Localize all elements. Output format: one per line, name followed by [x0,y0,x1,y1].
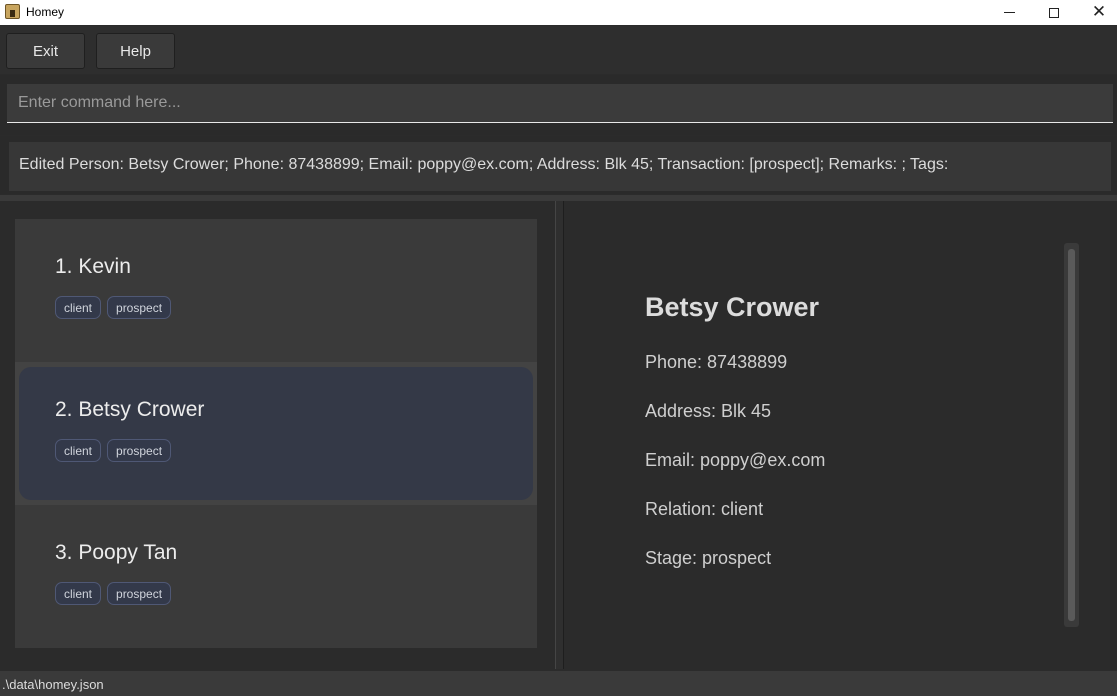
detail-address: Address: Blk 45 [645,401,772,421]
close-button[interactable]: ✕ [1076,0,1117,25]
maximize-button[interactable] [1031,0,1077,25]
person-detail-panel: Betsy Crower Phone: 87438899 Address: Bl… [564,201,1117,669]
command-input[interactable] [7,84,1113,122]
result-text: Edited Person: Betsy Crower; Phone: 8743… [19,156,949,173]
person-list[interactable]: 1. Kevin client prospect 2. Betsy Crower… [15,219,537,648]
person-name: 1. Kevin [55,255,131,278]
tag-list: client prospect [55,439,172,462]
person-card[interactable]: 3. Poopy Tan client prospect [15,505,537,648]
tag-list: client prospect [55,582,172,605]
command-box [7,84,1113,123]
result-area: Edited Person: Betsy Crower; Phone: 8743… [0,136,1117,194]
title-bar: Homey ✕ [0,0,1117,25]
tag-chip: client [55,582,102,605]
scrollbar-thumb[interactable] [1068,249,1075,621]
window-title: Homey [26,5,65,19]
person-card[interactable]: 1. Kevin client prospect [15,219,537,362]
person-card-inner: 2. Betsy Crower client prospect [19,367,533,500]
tag-chip: prospect [107,582,172,605]
panel-divider[interactable] [555,201,564,669]
exit-button[interactable]: Exit [6,33,85,69]
command-area [0,75,1117,135]
person-card-selected[interactable]: 2. Betsy Crower client prospect [15,362,537,505]
detail-scrollbar[interactable] [1064,243,1079,627]
help-button[interactable]: Help [96,33,175,69]
person-name: 2. Betsy Crower [55,398,205,421]
tag-chip: prospect [107,439,172,462]
detail-stage: Stage: prospect [645,548,772,568]
person-name: 3. Poopy Tan [55,541,178,564]
tag-list: client prospect [55,296,172,319]
tag-chip: prospect [107,296,172,319]
detail-phone: Phone: 87438899 [645,352,788,372]
app-icon [5,4,20,19]
detail-email: Email: poppy@ex.com [645,450,826,470]
detail-relation: Relation: client [645,499,764,519]
minimize-icon [1003,12,1015,13]
person-list-panel: 1. Kevin client prospect 2. Betsy Crower… [0,201,556,669]
data-file-path: .\data\homey.json [2,677,104,692]
close-icon: ✕ [1091,2,1107,22]
status-bar: .\data\homey.json [0,671,1117,696]
menu-bar: Exit Help [0,26,1117,74]
result-display[interactable]: Edited Person: Betsy Crower; Phone: 8743… [9,142,1111,191]
minimize-button[interactable] [986,0,1032,25]
person-card-inner: 3. Poopy Tan client prospect [15,505,537,648]
maximize-icon [1049,7,1059,18]
person-card-inner: 1. Kevin client prospect [15,219,537,362]
tag-chip: client [55,296,102,319]
detail-name: Betsy Crower [645,292,820,322]
tag-chip: client [55,439,102,462]
